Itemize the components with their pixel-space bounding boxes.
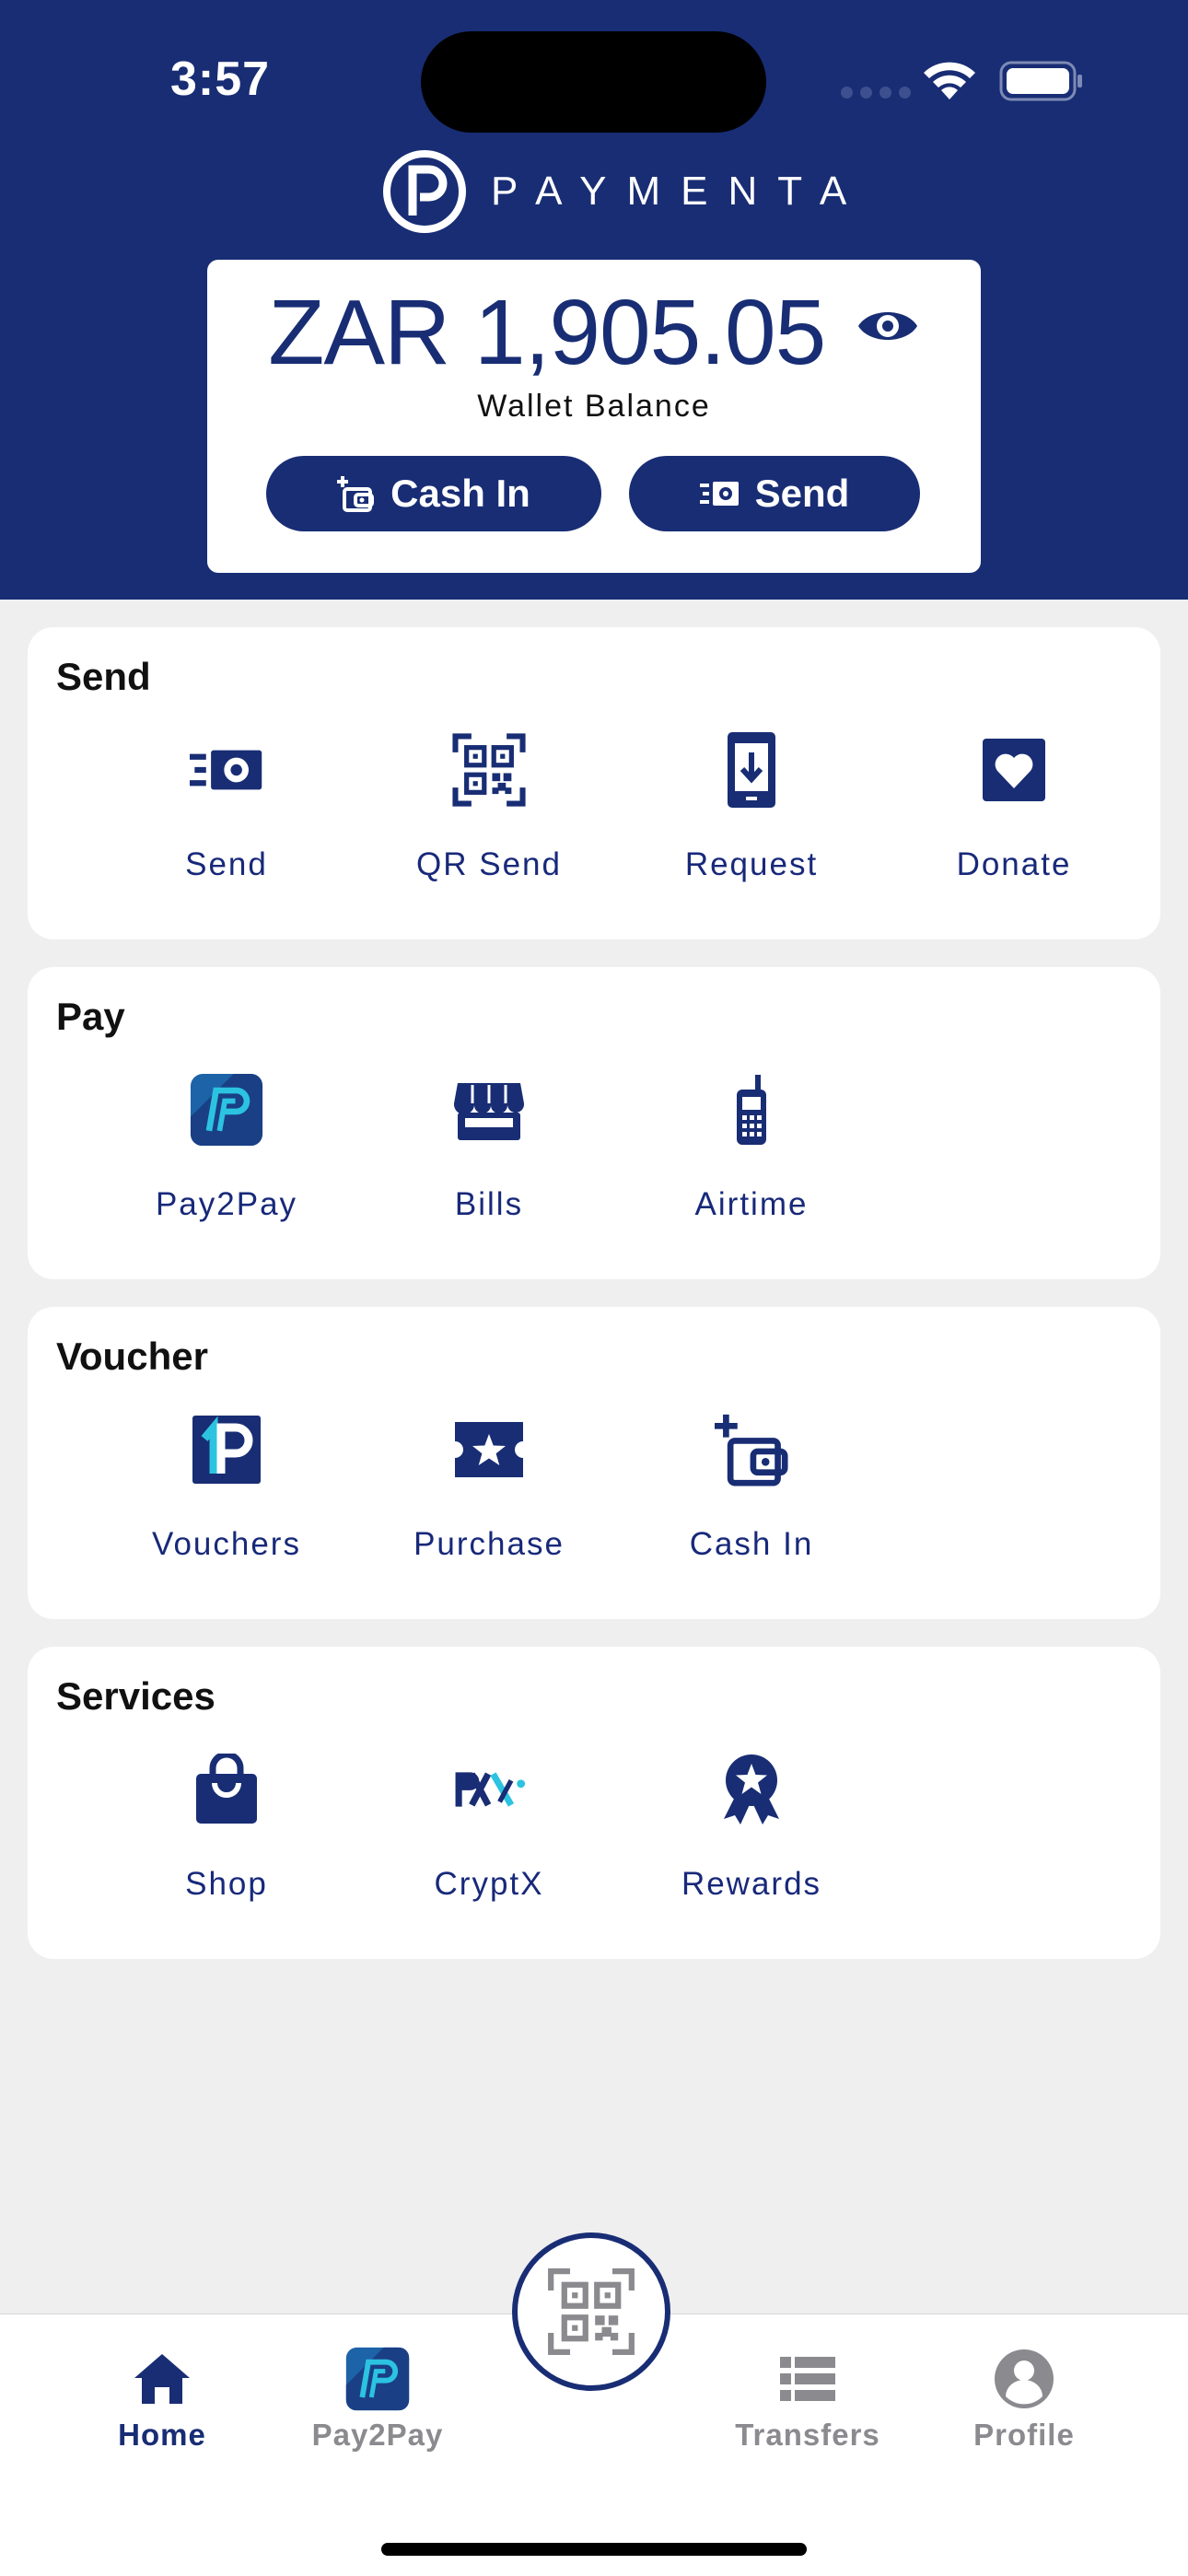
tab-profile[interactable]: Profile xyxy=(932,2342,1116,2471)
qr-scan-icon xyxy=(548,2268,635,2355)
dynamic-island xyxy=(421,31,766,133)
tab-pay2pay[interactable]: Pay2Pay xyxy=(285,2342,470,2471)
tile-label: Shop xyxy=(185,1866,268,1902)
section-pay: Pay Pay2Pay Bills Airtime xyxy=(28,967,1160,1279)
list-icon xyxy=(716,2342,900,2416)
wifi-icon xyxy=(924,62,975,99)
request-tile[interactable]: Request xyxy=(632,729,871,913)
send-money-icon xyxy=(699,482,739,506)
airtime-tile[interactable]: Airtime xyxy=(632,1068,871,1253)
section-services: Services Shop CryptX Rewards xyxy=(28,1647,1160,1959)
shop-tile[interactable]: Shop xyxy=(107,1748,346,1932)
wallet-plus-icon xyxy=(337,476,375,512)
balance-amount: ZAR 1,905.05 xyxy=(268,281,826,384)
shopping-bag-icon xyxy=(190,1748,263,1831)
home-icon xyxy=(70,2342,254,2416)
cellular-signal-icon xyxy=(841,87,911,99)
qr-send-tile[interactable]: QR Send xyxy=(369,729,609,913)
heart-icon xyxy=(977,729,1051,811)
section-title: Voucher xyxy=(56,1335,208,1378)
battery-icon xyxy=(999,61,1082,101)
tab-label: Transfers xyxy=(735,2418,880,2452)
header: 3:57 PAYMENTA ZAR 1,905.05 Wallet Balanc… xyxy=(0,0,1188,600)
eye-icon[interactable] xyxy=(856,305,920,352)
send-label: Send xyxy=(754,472,850,515)
qr-scan-button[interactable] xyxy=(512,2232,670,2391)
person-icon xyxy=(932,2342,1116,2416)
tile-label: Purchase xyxy=(413,1526,565,1562)
vouchers-tile[interactable]: Vouchers xyxy=(107,1408,346,1592)
tab-label: Profile xyxy=(973,2418,1075,2452)
section-title: Pay xyxy=(56,995,125,1038)
section-title: Services xyxy=(56,1674,215,1718)
tile-label: Donate xyxy=(956,846,1072,882)
cash-in-button[interactable]: Cash In xyxy=(266,456,601,531)
pay2pay-tile[interactable]: Pay2Pay xyxy=(107,1068,346,1253)
cryptx-logo-icon xyxy=(452,1748,526,1831)
brand-name: PAYMENTA xyxy=(491,168,868,214)
purchase-tile[interactable]: Purchase xyxy=(369,1408,609,1592)
tile-label: Cash In xyxy=(689,1526,814,1562)
status-bar: 3:57 xyxy=(0,0,1188,157)
ticket-star-icon xyxy=(452,1408,526,1491)
donate-tile[interactable]: Donate xyxy=(894,729,1134,913)
tab-transfers[interactable]: Transfers xyxy=(716,2342,900,2471)
section-voucher: Voucher Vouchers Purchase Cash In xyxy=(28,1307,1160,1619)
send-money-icon xyxy=(190,729,263,811)
tab-label: Home xyxy=(118,2418,206,2452)
pay2pay-logo-icon xyxy=(285,2342,470,2416)
tile-label: Airtime xyxy=(694,1186,809,1222)
phone-download-icon xyxy=(715,729,788,811)
tile-label: QR Send xyxy=(416,846,562,882)
pay2pay-logo-icon xyxy=(190,1068,263,1151)
tile-label: Bills xyxy=(454,1186,524,1222)
tile-label: Request xyxy=(684,846,819,882)
cash-in-label: Cash In xyxy=(390,472,530,515)
award-ribbon-icon xyxy=(715,1748,788,1831)
send-tile[interactable]: Send xyxy=(107,729,346,913)
bills-tile[interactable]: Bills xyxy=(369,1068,609,1253)
tile-label: Vouchers xyxy=(152,1526,301,1562)
voucher-1p-icon xyxy=(190,1408,263,1491)
tab-home[interactable]: Home xyxy=(70,2342,254,2471)
cryptx-tile[interactable]: CryptX xyxy=(369,1748,609,1932)
rewards-tile[interactable]: Rewards xyxy=(632,1748,871,1932)
status-time: 3:57 xyxy=(170,52,271,106)
tile-label: Rewards xyxy=(681,1866,822,1902)
wallet-balance-card: ZAR 1,905.05 Wallet Balance Cash In Send xyxy=(207,260,981,573)
section-send: Send Send QR Send Request Donate xyxy=(28,627,1160,939)
section-title: Send xyxy=(56,655,151,698)
tile-label: Send xyxy=(185,846,268,882)
send-button[interactable]: Send xyxy=(629,456,920,531)
tile-label: Pay2Pay xyxy=(155,1186,298,1222)
tab-label: Pay2Pay xyxy=(311,2418,444,2452)
storefront-icon xyxy=(452,1068,526,1151)
tile-label: CryptX xyxy=(434,1866,544,1902)
wallet-balance-label: Wallet Balance xyxy=(477,389,711,424)
qr-code-icon xyxy=(452,729,526,811)
mobile-phone-icon xyxy=(715,1068,788,1151)
cash-in-tile[interactable]: Cash In xyxy=(632,1408,871,1592)
paymenta-logo: PAYMENTA xyxy=(382,147,867,235)
wallet-plus-icon xyxy=(715,1408,788,1491)
paymenta-logo-icon xyxy=(383,149,466,233)
home-indicator[interactable] xyxy=(381,2543,807,2556)
